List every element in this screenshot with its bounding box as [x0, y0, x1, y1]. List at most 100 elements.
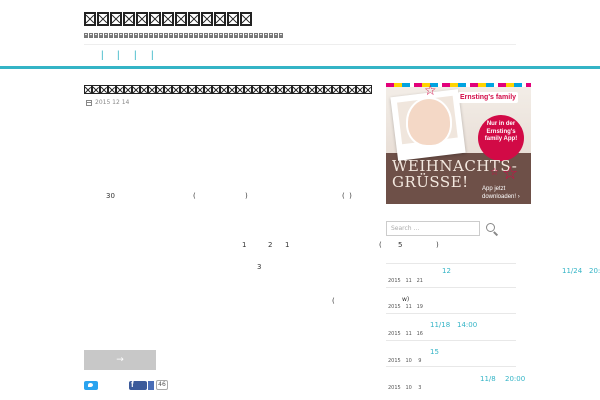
missing-glyph — [159, 33, 163, 38]
missing-glyph — [244, 85, 252, 94]
missing-glyph — [268, 85, 276, 94]
missing-glyph — [89, 33, 93, 38]
post-text: 1 — [285, 241, 290, 249]
missing-glyph — [188, 85, 196, 94]
post-text: ( — [193, 192, 196, 200]
missing-glyph — [292, 85, 300, 94]
missing-glyph — [236, 85, 244, 94]
missing-glyph — [94, 33, 98, 38]
post-text: 3 — [257, 263, 262, 271]
missing-glyph — [196, 85, 204, 94]
missing-glyph — [188, 12, 200, 26]
missing-glyph — [169, 33, 173, 38]
recent-date: 2015 11 16 — [388, 331, 423, 337]
list-divider — [386, 340, 516, 341]
star-icon: ☆ — [502, 163, 519, 184]
recent-date: 2015 11 21 — [388, 278, 423, 284]
facebook-like-icon[interactable] — [148, 381, 154, 390]
post-text: ) — [245, 192, 248, 200]
site-title[interactable] — [84, 12, 252, 28]
list-divider — [386, 287, 516, 288]
star-icon: ☆ — [490, 167, 499, 178]
missing-glyph — [274, 33, 278, 38]
missing-glyph — [97, 12, 109, 26]
recent-date: 2015 10 9 — [388, 358, 422, 364]
missing-glyph — [180, 85, 188, 94]
missing-glyph — [114, 33, 118, 38]
missing-glyph — [264, 33, 268, 38]
post-text: ( — [379, 241, 382, 249]
ad-cta: App jetzt downloaden! › — [482, 186, 520, 200]
missing-glyph — [174, 33, 178, 38]
missing-glyph — [149, 12, 161, 26]
missing-glyph — [219, 33, 223, 38]
missing-glyph — [308, 85, 316, 94]
header-divider — [84, 44, 516, 45]
missing-glyph — [92, 85, 100, 94]
recent-date: 2015 10 3 — [388, 385, 422, 391]
post-text: 1 — [242, 241, 247, 249]
list-divider — [386, 313, 516, 314]
recent-link[interactable]: 11/24 — [562, 267, 582, 275]
missing-glyph — [162, 12, 174, 26]
missing-glyph — [110, 12, 122, 26]
post-text: 2 — [268, 241, 273, 249]
next-post-button[interactable]: → — [84, 350, 156, 370]
missing-glyph — [148, 85, 156, 94]
missing-glyph — [259, 33, 263, 38]
search-icon[interactable] — [486, 223, 495, 232]
missing-glyph — [224, 33, 228, 38]
missing-glyph — [239, 33, 243, 38]
missing-glyph — [234, 33, 238, 38]
recent-link[interactable]: 11/8 — [480, 375, 496, 383]
missing-glyph — [209, 33, 213, 38]
nav-separator-1: | — [101, 50, 104, 61]
missing-glyph — [154, 33, 158, 38]
recent-link[interactable]: 14:00 — [457, 321, 477, 329]
post-title[interactable] — [84, 85, 372, 94]
missing-glyph — [99, 33, 103, 38]
advertisement-banner[interactable]: ☆ Ernsting's family Nur in der Ernsting'… — [386, 83, 531, 204]
missing-glyph — [189, 33, 193, 38]
missing-glyph — [269, 33, 273, 38]
ad-baby-image — [406, 97, 452, 147]
search-input[interactable] — [386, 221, 480, 236]
missing-glyph — [84, 33, 88, 38]
facebook-share-icon[interactable] — [129, 380, 147, 390]
missing-glyph — [164, 85, 172, 94]
missing-glyph — [156, 85, 164, 94]
star-icon: ☆ — [424, 83, 437, 99]
missing-glyph — [108, 85, 116, 94]
post-date: 2015 12 14 — [86, 99, 129, 106]
missing-glyph — [332, 85, 340, 94]
missing-glyph — [252, 85, 260, 94]
recent-link[interactable]: 12 — [442, 267, 451, 275]
recent-date: 2015 11 19 — [388, 304, 423, 310]
calendar-icon — [86, 99, 92, 106]
missing-glyph — [100, 85, 108, 94]
recent-link[interactable]: 20:00 — [505, 375, 525, 383]
missing-glyph — [84, 12, 96, 26]
header-accent-bar — [0, 66, 600, 69]
site-tagline — [84, 33, 283, 38]
post-text: 5 — [398, 241, 403, 249]
recent-link[interactable]: 15 — [430, 348, 439, 356]
missing-glyph — [119, 33, 123, 38]
missing-glyph — [134, 33, 138, 38]
missing-glyph — [254, 33, 258, 38]
missing-glyph — [229, 33, 233, 38]
twitter-share-icon[interactable] — [84, 381, 98, 390]
list-divider — [386, 366, 516, 367]
recent-link[interactable]: 11/18 — [430, 321, 450, 329]
missing-glyph — [227, 12, 239, 26]
missing-glyph — [201, 12, 213, 26]
missing-glyph — [172, 85, 180, 94]
missing-glyph — [104, 33, 108, 38]
missing-glyph — [123, 12, 135, 26]
recent-text: w) — [402, 296, 410, 303]
nav-separator-2: | — [117, 50, 120, 61]
recent-link[interactable]: 20:00 — [589, 267, 600, 275]
missing-glyph — [324, 85, 332, 94]
missing-glyph — [136, 12, 148, 26]
missing-glyph — [109, 33, 113, 38]
